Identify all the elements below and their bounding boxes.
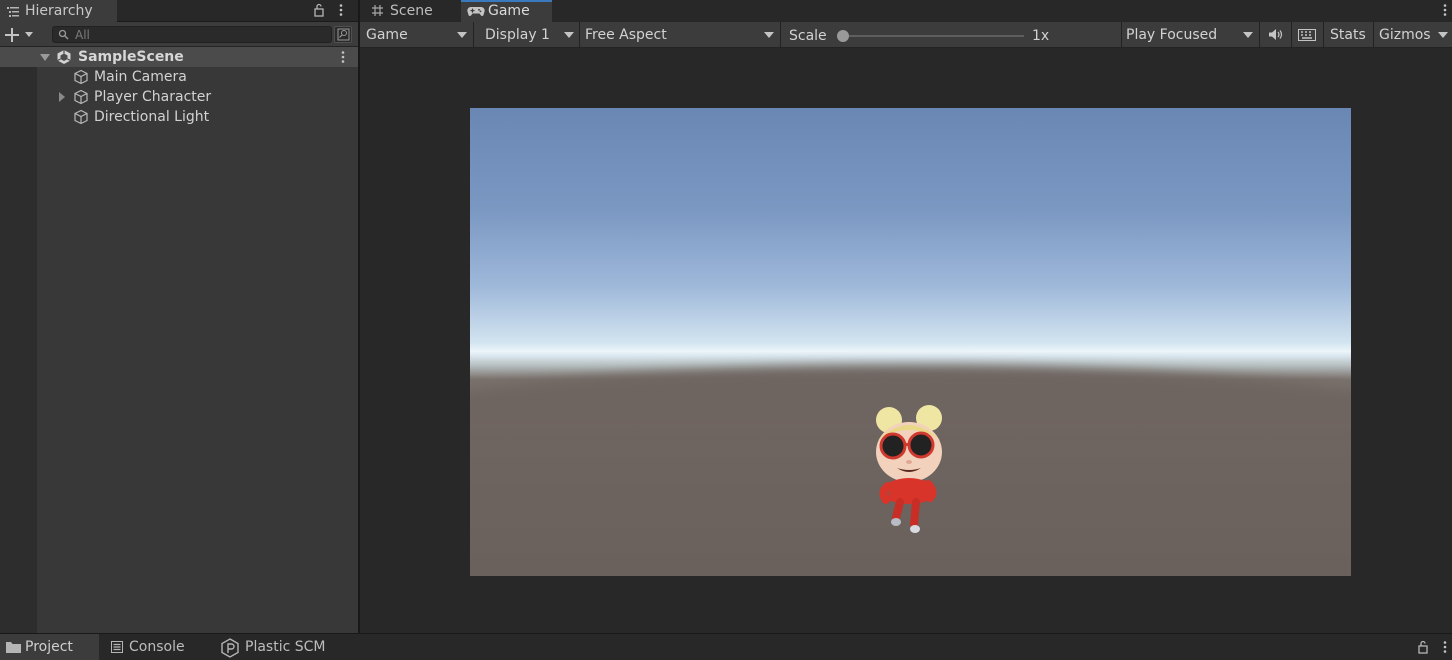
hierarchy-gutter — [0, 67, 37, 633]
search-scene-icon — [337, 28, 350, 41]
foldout-collapsed-icon[interactable] — [57, 92, 67, 102]
gizmos-label: Gizmos — [1379, 27, 1431, 43]
search-icon — [58, 29, 69, 40]
play-mode-dropdown[interactable]: Play Focused — [1122, 22, 1259, 48]
search-by-type-button[interactable] — [334, 26, 352, 43]
play-mode-value: Play Focused — [1126, 27, 1218, 43]
tab-console[interactable]: Console — [104, 634, 212, 660]
plus-icon — [5, 28, 19, 42]
tab-scene[interactable]: Scene — [364, 0, 459, 22]
display-dropdown[interactable]: Display 1 — [474, 22, 579, 48]
hierarchy-tree — [0, 47, 358, 633]
hierarchy-item-label: Main Camera — [94, 69, 187, 85]
scale-slider-thumb[interactable] — [837, 30, 849, 42]
aspect-value: Free Aspect — [585, 27, 667, 43]
plastic-scm-icon — [221, 638, 239, 658]
stats-label: Stats — [1330, 27, 1366, 43]
tab-game[interactable]: Game — [461, 0, 552, 22]
create-dropdown[interactable] — [3, 27, 37, 43]
kebab-menu-icon[interactable] — [336, 3, 346, 17]
keyboard-icon — [1298, 29, 1316, 41]
search-placeholder: All — [75, 28, 90, 42]
chevron-down-icon — [564, 32, 574, 38]
tab-game-label: Game — [488, 3, 530, 19]
mute-audio-button[interactable] — [1260, 22, 1291, 48]
gameobject-icon — [74, 69, 88, 85]
game-viewport[interactable] — [470, 108, 1351, 576]
speaker-icon — [1269, 29, 1283, 40]
kebab-menu-icon[interactable] — [338, 50, 348, 64]
tab-scene-label: Scene — [390, 3, 433, 19]
hierarchy-item-directional-light[interactable]: Directional Light — [37, 107, 358, 127]
game-mode-value: Game — [366, 27, 408, 43]
chevron-down-icon — [1243, 32, 1253, 38]
scale-label: Scale — [789, 28, 827, 44]
scene-name: SampleScene — [78, 49, 184, 65]
chevron-down-icon — [764, 32, 774, 38]
gamepad-icon — [467, 6, 485, 16]
kebab-menu-icon[interactable] — [1440, 640, 1450, 654]
shortcuts-button[interactable] — [1292, 22, 1323, 48]
aspect-dropdown[interactable]: Free Aspect — [580, 22, 780, 48]
gameobject-icon — [74, 89, 88, 105]
hierarchy-tab-label: Hierarchy — [25, 3, 93, 19]
chevron-down-icon — [1438, 32, 1448, 38]
tab-plastic-scm[interactable]: Plastic SCM — [216, 634, 346, 660]
hierarchy-item-label: Player Character — [94, 89, 212, 105]
chevron-down-icon — [25, 32, 33, 37]
list-icon — [7, 7, 19, 17]
grid-icon — [372, 5, 383, 16]
unity-scene-icon — [57, 50, 71, 64]
game-mode-dropdown[interactable]: Game — [360, 22, 473, 48]
gameobject-icon — [74, 109, 88, 125]
folder-icon — [6, 642, 21, 653]
tab-console-label: Console — [129, 639, 185, 655]
scale-value: 1x — [1032, 28, 1050, 44]
stats-button[interactable]: Stats — [1324, 22, 1373, 48]
hierarchy-item-label: Directional Light — [94, 109, 210, 125]
display-value: Display 1 — [485, 27, 550, 43]
tab-project[interactable]: Project — [0, 634, 99, 660]
lock-icon[interactable] — [1417, 640, 1429, 654]
console-icon — [111, 641, 123, 653]
toolbar-separator — [780, 22, 781, 48]
scale-slider-track[interactable] — [843, 35, 1024, 37]
scene-row[interactable]: SampleScene — [0, 47, 358, 67]
tab-plastic-scm-label: Plastic SCM — [245, 639, 326, 655]
player-character-sprite — [876, 405, 942, 533]
gizmos-dropdown[interactable]: Gizmos — [1374, 22, 1452, 48]
foldout-expanded-icon[interactable] — [40, 54, 50, 61]
hierarchy-item-main-camera[interactable]: Main Camera — [37, 67, 358, 87]
chevron-down-icon — [457, 32, 467, 38]
kebab-menu-icon[interactable] — [1440, 3, 1450, 17]
hierarchy-search-field[interactable]: All — [52, 26, 332, 43]
tab-project-label: Project — [25, 639, 73, 655]
hierarchy-item-player-character[interactable]: Player Character — [37, 87, 358, 107]
tab-hierarchy[interactable]: Hierarchy — [0, 0, 117, 22]
lock-icon[interactable] — [313, 3, 325, 17]
